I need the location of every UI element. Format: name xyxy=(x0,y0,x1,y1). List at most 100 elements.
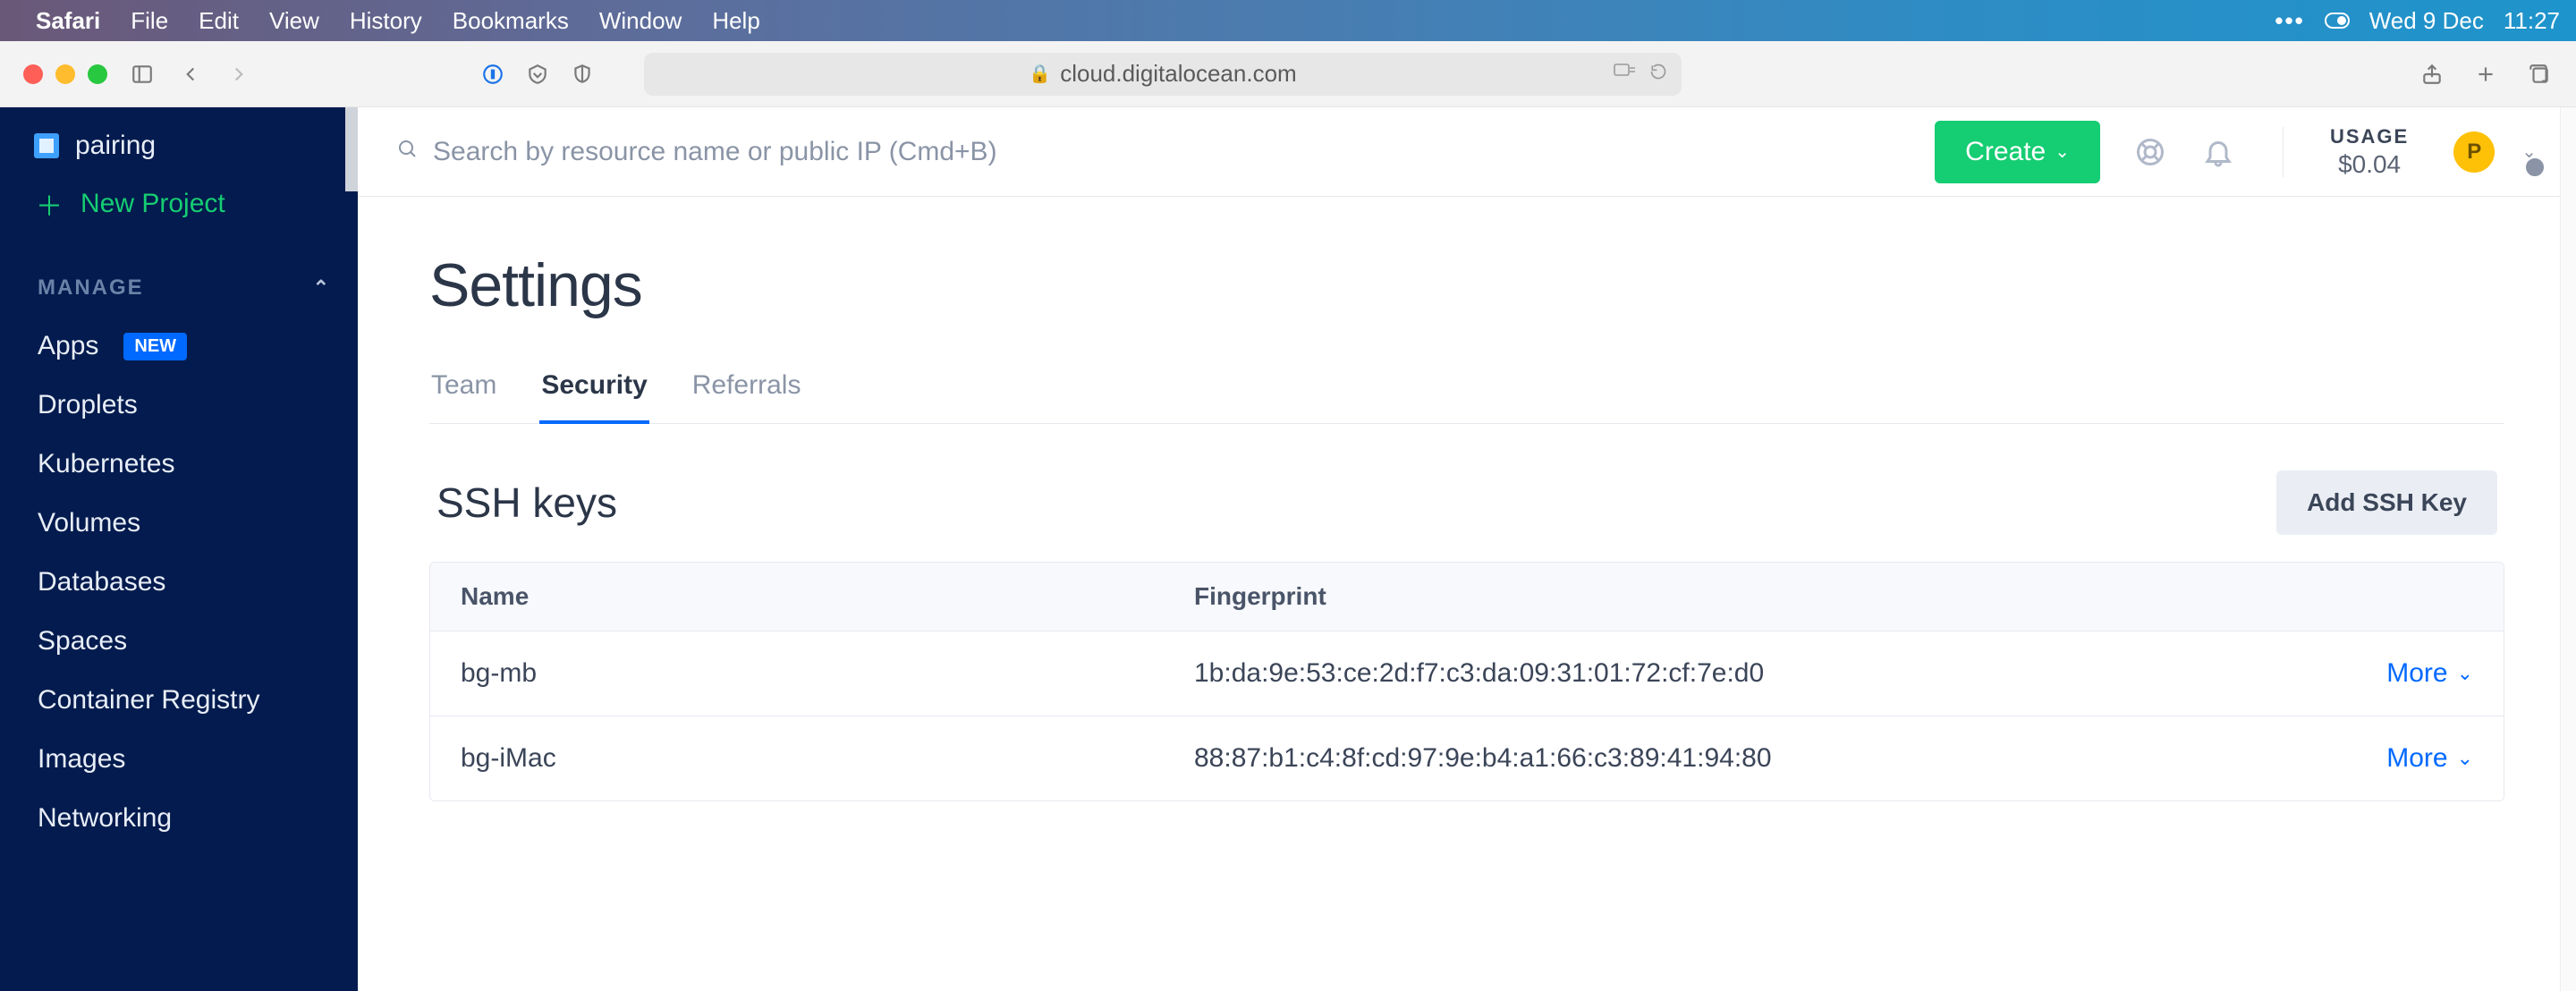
section-label: MANAGE xyxy=(38,275,144,301)
sidebar-item-label: Container Registry xyxy=(38,685,259,716)
sidebar-item-label: Droplets xyxy=(38,390,138,420)
support-icon[interactable] xyxy=(2132,134,2168,170)
reload-icon[interactable] xyxy=(1649,63,1667,86)
chevron-down-icon: ⌄ xyxy=(2055,140,2070,163)
forward-icon[interactable] xyxy=(225,61,252,88)
plus-icon: ＋ xyxy=(36,184,63,224)
sidebar-item-label: Networking xyxy=(38,803,172,834)
main-scrollbar[interactable] xyxy=(2560,107,2576,991)
search-input[interactable] xyxy=(433,137,1148,167)
sidebar-item-droplets[interactable]: Droplets xyxy=(0,376,358,435)
new-project-label: New Project xyxy=(80,189,225,219)
lock-icon: 🔒 xyxy=(1029,63,1051,85)
sidebar-item-apps[interactable]: Apps NEW xyxy=(0,317,358,376)
ssh-keys-table: Name Fingerprint bg-mb 1b:da:9e:53:ce:2d… xyxy=(429,562,2504,801)
menubar-bookmarks[interactable]: Bookmarks xyxy=(453,7,569,35)
create-label: Create xyxy=(1965,137,2046,167)
tab-security[interactable]: Security xyxy=(539,370,648,424)
menubar-file[interactable]: File xyxy=(131,7,168,35)
menubar-history[interactable]: History xyxy=(350,7,422,35)
cell-fingerprint: 1b:da:9e:53:ce:2d:f7:c3:da:09:31:01:72:c… xyxy=(1194,658,2386,689)
sidebar-item-images[interactable]: Images xyxy=(0,730,358,789)
menubar-date[interactable]: Wed 9 Dec xyxy=(2369,7,2484,35)
notifications-icon[interactable] xyxy=(2200,134,2236,170)
window-controls xyxy=(23,64,107,84)
header-name: Name xyxy=(461,582,1194,611)
fullscreen-window-icon[interactable] xyxy=(88,64,107,84)
project-icon xyxy=(34,133,59,158)
sidebar-item-kubernetes[interactable]: Kubernetes xyxy=(0,435,358,494)
tab-team[interactable]: Team xyxy=(429,370,498,423)
more-label: More xyxy=(2386,658,2447,689)
project-label: pairing xyxy=(75,131,156,161)
back-icon[interactable] xyxy=(177,61,204,88)
menubar-edit[interactable]: Edit xyxy=(199,7,239,35)
account-menu[interactable]: P ⌄ xyxy=(2453,131,2537,173)
control-center-icon[interactable] xyxy=(2325,13,2350,29)
sidebar-scrollbar[interactable] xyxy=(345,107,358,191)
cell-name: bg-iMac xyxy=(461,743,1194,774)
header-fingerprint: Fingerprint xyxy=(1194,582,2473,611)
close-window-icon[interactable] xyxy=(23,64,43,84)
avatar: P xyxy=(2453,131,2495,173)
reader-icon[interactable] xyxy=(1614,63,1637,86)
new-tab-icon[interactable] xyxy=(2472,61,2499,88)
tab-referrals[interactable]: Referrals xyxy=(691,370,803,423)
usage-label: USAGE xyxy=(2330,125,2409,148)
menubar-overflow-icon[interactable]: ••• xyxy=(2275,7,2304,35)
main-area: Create ⌄ USAGE $0.04 P ⌄ Settings xyxy=(358,107,2576,991)
menubar-window[interactable]: Window xyxy=(599,7,682,35)
sidebar: pairing ＋ New Project MANAGE ⌃ Apps NEW … xyxy=(0,107,358,991)
chevron-down-icon: ⌄ xyxy=(2457,747,2473,770)
table-row: bg-mb 1b:da:9e:53:ce:2d:f7:c3:da:09:31:0… xyxy=(430,631,2504,716)
pocket-icon[interactable] xyxy=(524,61,551,88)
share-icon[interactable] xyxy=(2419,61,2445,88)
address-bar[interactable]: 🔒 cloud.digitalocean.com xyxy=(644,53,1682,96)
macos-menubar: Safari File Edit View History Bookmarks … xyxy=(0,0,2576,41)
table-row: bg-iMac 88:87:b1:c4:8f:cd:97:9e:b4:a1:66… xyxy=(430,716,2504,800)
content: Settings Team Security Referrals SSH key… xyxy=(358,197,2576,801)
sidebar-item-container-registry[interactable]: Container Registry xyxy=(0,671,358,730)
menubar-time[interactable]: 11:27 xyxy=(2504,7,2560,35)
create-button[interactable]: Create ⌄ xyxy=(1935,121,2100,183)
add-ssh-key-button[interactable]: Add SSH Key xyxy=(2276,470,2497,535)
tabs: Team Security Referrals xyxy=(429,370,2504,424)
minimize-window-icon[interactable] xyxy=(55,64,75,84)
sidebar-item-spaces[interactable]: Spaces xyxy=(0,612,358,671)
cell-fingerprint: 88:87:b1:c4:8f:cd:97:9e:b4:a1:66:c3:89:4… xyxy=(1194,743,2386,774)
sidebar-item-label: Spaces xyxy=(38,626,127,656)
privacy-shield-icon[interactable] xyxy=(569,61,596,88)
sidebar-item-label: Kubernetes xyxy=(38,449,174,479)
sidebar-item-label: Images xyxy=(38,744,125,775)
section-title: SSH keys xyxy=(436,479,617,527)
row-more-button[interactable]: More ⌄ xyxy=(2386,658,2473,689)
chevron-up-icon: ⌃ xyxy=(313,276,331,300)
url-text: cloud.digitalocean.com xyxy=(1060,60,1297,88)
onepassword-icon[interactable] xyxy=(479,61,506,88)
page-title: Settings xyxy=(429,250,2504,320)
sidebar-section-manage[interactable]: MANAGE ⌃ xyxy=(0,243,358,317)
sidebar-item-volumes[interactable]: Volumes xyxy=(0,494,358,553)
row-more-button[interactable]: More ⌄ xyxy=(2386,743,2473,774)
cell-name: bg-mb xyxy=(461,658,1194,689)
sidebar-item-networking[interactable]: Networking xyxy=(0,789,358,848)
topbar: Create ⌄ USAGE $0.04 P ⌄ xyxy=(358,107,2576,197)
usage-block[interactable]: USAGE $0.04 xyxy=(2330,125,2409,179)
divider xyxy=(2283,127,2284,177)
menubar-view[interactable]: View xyxy=(269,7,319,35)
sidebar-new-project[interactable]: ＋ New Project xyxy=(0,172,358,243)
new-badge: NEW xyxy=(123,333,187,360)
avatar-secondary-icon xyxy=(2524,157,2546,178)
sidebar-item-databases[interactable]: Databases xyxy=(0,553,358,612)
table-header: Name Fingerprint xyxy=(430,563,2504,631)
sidebar-project[interactable]: pairing xyxy=(0,120,358,172)
search-icon xyxy=(397,137,419,167)
tabs-overview-icon[interactable] xyxy=(2526,61,2553,88)
menubar-app[interactable]: Safari xyxy=(36,7,100,35)
section-header-row: SSH keys Add SSH Key xyxy=(429,470,2504,535)
menubar-help[interactable]: Help xyxy=(712,7,759,35)
sidebar-item-label: Volumes xyxy=(38,508,140,538)
search-wrapper xyxy=(397,137,1913,167)
sidebar-toggle-icon[interactable] xyxy=(129,61,156,88)
sidebar-item-label: Apps xyxy=(38,331,98,361)
